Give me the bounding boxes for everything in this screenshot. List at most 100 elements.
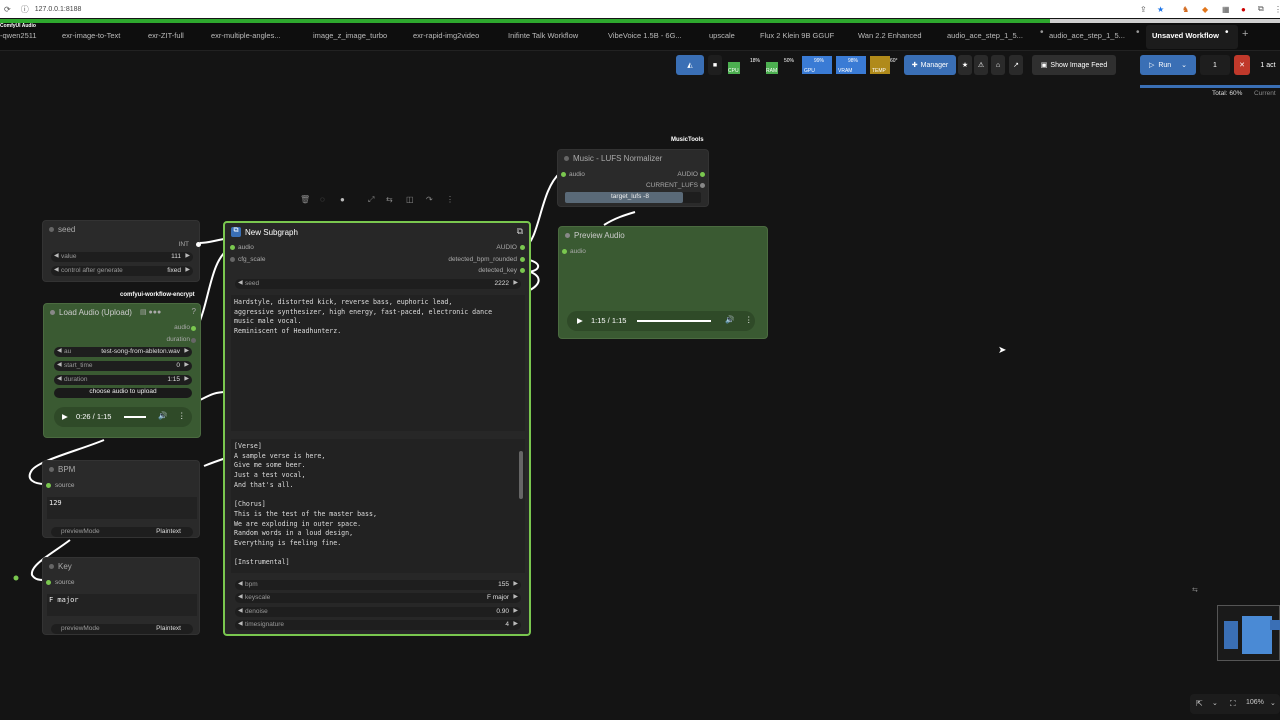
- output-audio-port[interactable]: [520, 245, 525, 250]
- player-time: 1:15 / 1:15: [591, 316, 627, 325]
- output-duration-port[interactable]: [191, 338, 196, 343]
- seek-bar[interactable]: [637, 320, 711, 322]
- preview-audio-node[interactable]: Preview Audio audio ▶ 1:15 / 1:15 🔊 ⋮: [558, 226, 768, 339]
- input-audio-label: audio: [238, 244, 254, 251]
- zoom-level[interactable]: 106%: [1246, 699, 1264, 706]
- output-audio-label: AUDIO: [677, 171, 698, 178]
- lufs-normalizer-node[interactable]: Music - LUFS Normalizer audio AUDIO CURR…: [557, 149, 709, 207]
- color-icon[interactable]: ●: [340, 195, 345, 204]
- convert-icon[interactable]: ⇆: [386, 195, 393, 204]
- more-icon[interactable]: ⋮: [745, 315, 753, 324]
- input-audio-label: audio: [569, 171, 585, 178]
- decrement-icon[interactable]: ◀: [54, 252, 59, 259]
- input-cfg-port[interactable]: [230, 257, 235, 262]
- pointer-icon[interactable]: ⇱: [1196, 699, 1203, 708]
- input-audio-port[interactable]: [561, 172, 566, 177]
- output-lufs-label: CURRENT_LUFS: [645, 182, 698, 189]
- play-icon[interactable]: ▶: [62, 412, 68, 421]
- output-audio-label: audio: [174, 324, 190, 331]
- output-key-port[interactable]: [520, 268, 525, 273]
- output-int-port[interactable]: [196, 242, 201, 247]
- input-audio-port[interactable]: [230, 245, 235, 250]
- timesignature-widget[interactable]: ◀ timesignature 4 ▶: [235, 620, 521, 630]
- player-time: 0:26 / 1:15: [76, 412, 112, 421]
- subgraph-node[interactable]: ⧉ New Subgraph ⧉ audio cfg_scale AUDIO d…: [223, 221, 531, 636]
- minimap[interactable]: [1217, 605, 1280, 661]
- keyscale-widget[interactable]: ◀ keyscale F major ▶: [235, 593, 521, 603]
- seek-bar[interactable]: [124, 416, 146, 418]
- node-title: seed: [58, 225, 76, 234]
- output-int-label: INT: [178, 241, 189, 248]
- node-title: BPM: [58, 465, 76, 474]
- input-audio-label: audio: [570, 248, 586, 255]
- decrement-icon[interactable]: ◀: [54, 266, 59, 273]
- output-bpm-port[interactable]: [520, 257, 525, 262]
- input-source-port[interactable]: [46, 483, 51, 488]
- seed-value-widget[interactable]: ◀ value 111 ▶: [51, 252, 193, 262]
- chevron-down-icon[interactable]: ⌄: [1212, 699, 1218, 707]
- input-audio-port[interactable]: [562, 249, 567, 254]
- preview-mode-widget[interactable]: previewMode Plaintext: [51, 624, 193, 634]
- output-bpm-label: detected_bpm_rounded: [448, 256, 517, 263]
- denoise-widget[interactable]: ◀ denoise 0.90 ▶: [235, 607, 521, 617]
- seed-node[interactable]: seed INT ◀ value 111 ▶ ◀ control after gener…: [42, 220, 201, 282]
- minimap-settings-icon[interactable]: ⇆: [1192, 586, 1198, 594]
- circle-icon[interactable]: ◌: [320, 195, 325, 204]
- seed-widget[interactable]: ◀ seed 2222 ▶: [235, 279, 521, 289]
- node-title: Preview Audio: [574, 231, 625, 240]
- input-source-label: source: [55, 482, 75, 489]
- input-source-port[interactable]: [46, 580, 51, 585]
- redo-icon[interactable]: ↷: [426, 195, 433, 204]
- increment-icon[interactable]: ▶: [185, 266, 190, 273]
- increment-icon[interactable]: ▶: [185, 252, 190, 259]
- node-title: Load Audio (Upload): [59, 308, 132, 317]
- node-title: Key: [58, 562, 72, 571]
- start-time-widget[interactable]: ◀ start_time 0 ▶: [54, 361, 192, 371]
- lock-icons: ▤ ●●●: [140, 309, 162, 316]
- fit-icon[interactable]: ⤢: [368, 195, 374, 205]
- bpm-preview-text: 129: [47, 497, 197, 519]
- lyrics-textarea[interactable]: [Verse] A sample verse is here, Give me …: [231, 439, 525, 573]
- key-node[interactable]: Key source F major previewMode Plaintext: [42, 557, 200, 635]
- node-title: New Subgraph: [245, 228, 298, 237]
- output-audio-port[interactable]: [700, 172, 705, 177]
- key-preview-text: F major: [47, 594, 197, 616]
- output-duration-label: duration: [166, 336, 191, 343]
- more-icon[interactable]: ⋮: [178, 411, 186, 420]
- input-cfg-label: cfg_scale: [238, 256, 266, 263]
- target-lufs-slider[interactable]: target_lufs -8: [565, 192, 701, 203]
- more-icon[interactable]: ⋮: [446, 195, 454, 204]
- upload-audio-button[interactable]: choose audio to upload: [54, 388, 192, 398]
- canvas-controls: ⇱ ⌄ ⛶ 106% ⌄: [1190, 694, 1280, 714]
- audio-file-select[interactable]: ◀ au test-song-from-ableton.wav ▶: [54, 347, 192, 357]
- volume-icon[interactable]: 🔊: [725, 315, 734, 324]
- control-after-generate-widget[interactable]: ◀ control after generate fixed ▶: [51, 266, 193, 276]
- prompt-textarea[interactable]: Hardstyle, distorted kick, reverse bass,…: [231, 295, 525, 431]
- output-audio-label: AUDIO: [496, 244, 517, 251]
- play-icon[interactable]: ▶: [577, 316, 583, 325]
- trash-icon[interactable]: 🗑: [300, 195, 310, 204]
- scrollbar[interactable]: [519, 451, 523, 499]
- wire-lufs-preview: [603, 211, 636, 226]
- bpm-node[interactable]: BPM source 129 previewMode Plaintext: [42, 460, 200, 538]
- node-badge: MusicTools: [671, 137, 704, 143]
- audio-player[interactable]: ▶ 0:26 / 1:15 🔊 ⋮: [54, 407, 192, 427]
- volume-icon[interactable]: 🔊: [158, 411, 167, 420]
- open-subgraph-icon[interactable]: ⧉: [517, 226, 523, 237]
- load-audio-node[interactable]: Load Audio (Upload) ▤ ●●● ? audio durati…: [43, 303, 201, 438]
- input-source-label: source: [55, 579, 75, 586]
- duration-widget[interactable]: ◀ duration 1:15 ▶: [54, 375, 192, 385]
- bpm-widget[interactable]: ◀ bpm 155 ▶: [235, 580, 521, 590]
- preview-mode-widget[interactable]: previewMode Plaintext: [51, 527, 193, 537]
- help-icon[interactable]: ?: [192, 307, 196, 316]
- node-badge: comfyui-workflow-encrypt: [120, 292, 195, 298]
- output-lufs-port[interactable]: [700, 183, 705, 188]
- node-title: Music - LUFS Normalizer: [573, 154, 663, 163]
- mouse-cursor-icon: ➤: [998, 345, 1007, 356]
- chevron-down-icon[interactable]: ⌄: [1270, 699, 1276, 707]
- subgraph-icon: ⧉: [231, 227, 241, 237]
- output-audio-port[interactable]: [191, 326, 196, 331]
- fit-view-icon[interactable]: ⛶: [1230, 699, 1236, 709]
- audio-player[interactable]: ▶ 1:15 / 1:15 🔊 ⋮: [567, 311, 755, 331]
- bypass-icon[interactable]: ◫: [406, 195, 414, 204]
